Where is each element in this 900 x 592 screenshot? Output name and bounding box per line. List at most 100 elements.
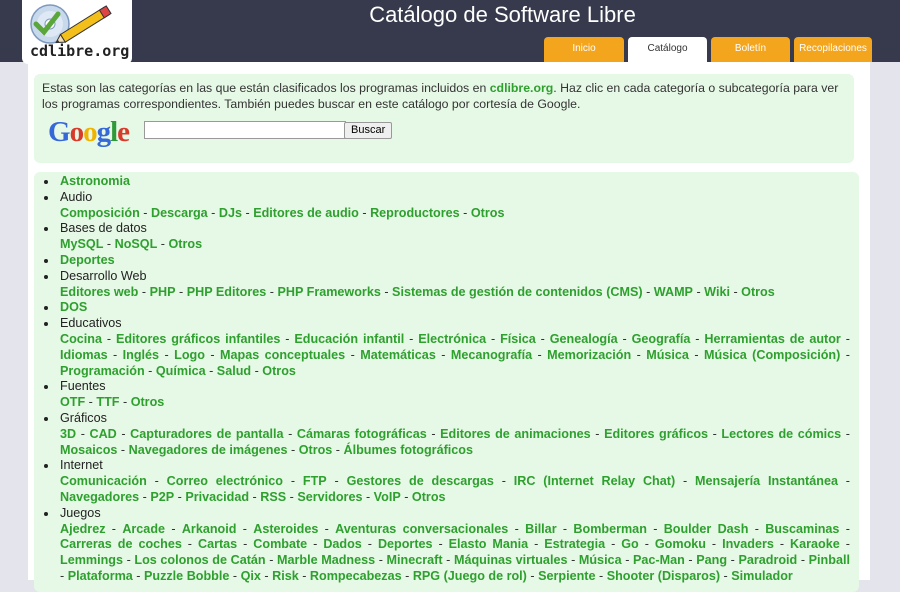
- subcategory-link[interactable]: Inglés: [123, 348, 159, 362]
- subcategory-link[interactable]: Privacidad: [185, 490, 249, 504]
- subcategory-link[interactable]: Educación infantil: [294, 332, 404, 346]
- subcategory-link[interactable]: Marble Madness: [277, 553, 375, 567]
- subcategory-link[interactable]: Aventuras conversacionales: [335, 522, 508, 536]
- subcategory-link[interactable]: Mensajería Instantánea: [695, 474, 838, 488]
- subcategory-link[interactable]: Química: [156, 364, 206, 378]
- site-logo[interactable]: cdlibre.org: [22, 0, 132, 64]
- subcategory-link[interactable]: Mecanografía: [451, 348, 532, 362]
- subcategory-link[interactable]: Memorización: [547, 348, 631, 362]
- subcategory-link[interactable]: Logo: [174, 348, 205, 362]
- category-name[interactable]: DOS: [60, 300, 87, 314]
- subcategory-link[interactable]: Editores gráficos: [604, 427, 708, 441]
- subcategory-link[interactable]: PHP Editores: [187, 285, 267, 299]
- subcategory-link[interactable]: Bomberman: [573, 522, 646, 536]
- subcategory-link[interactable]: Otros: [299, 443, 333, 457]
- subcategory-link[interactable]: Máquinas virtuales: [454, 553, 568, 567]
- subcategory-link[interactable]: Shooter (Disparos): [607, 569, 720, 583]
- subcategory-link[interactable]: Comunicación: [60, 474, 147, 488]
- subcategory-link[interactable]: Capturadores de pantalla: [130, 427, 283, 441]
- subcategory-link[interactable]: Música: [579, 553, 622, 567]
- subcategory-link[interactable]: Otros: [168, 237, 202, 251]
- subcategory-link[interactable]: FTP: [303, 474, 327, 488]
- subcategory-link[interactable]: Editores gráficos infantiles: [116, 332, 280, 346]
- subcategory-link[interactable]: Editores de animaciones: [440, 427, 591, 441]
- subcategory-link[interactable]: Los colonos de Catán: [134, 553, 265, 567]
- tab-recopilaciones[interactable]: Recopilaciones: [794, 37, 872, 62]
- category-name[interactable]: Astronomia: [60, 174, 130, 188]
- subcategory-link[interactable]: Rompecabezas: [310, 569, 402, 583]
- subcategory-link[interactable]: Sistemas de gestión de contenidos (CMS): [392, 285, 643, 299]
- subcategory-link[interactable]: Gestores de descargas: [347, 474, 494, 488]
- subcategory-link[interactable]: Música (Composición): [704, 348, 840, 362]
- subcategory-link[interactable]: Carreras de coches: [60, 537, 182, 551]
- subcategory-link[interactable]: OTF: [60, 395, 85, 409]
- subcategory-link[interactable]: Serpiente: [538, 569, 595, 583]
- tab-boletin[interactable]: Boletín: [711, 37, 790, 62]
- subcategory-link[interactable]: CAD: [89, 427, 116, 441]
- subcategory-link[interactable]: PHP: [150, 285, 176, 299]
- subcategory-link[interactable]: Reproductores: [370, 206, 460, 220]
- subcategory-link[interactable]: Editores web: [60, 285, 138, 299]
- subcategory-link[interactable]: Matemáticas: [360, 348, 436, 362]
- subcategory-link[interactable]: Otros: [262, 364, 296, 378]
- subcategory-link[interactable]: Navegadores: [60, 490, 139, 504]
- subcategory-link[interactable]: Otros: [471, 206, 505, 220]
- subcategory-link[interactable]: Boulder Dash: [664, 522, 749, 536]
- subcategory-link[interactable]: Lectores de cómics: [721, 427, 841, 441]
- tab-inicio[interactable]: Inicio: [544, 37, 624, 62]
- subcategory-link[interactable]: TTF: [96, 395, 119, 409]
- subcategory-link[interactable]: Puzzle Bobble: [144, 569, 229, 583]
- subcategory-link[interactable]: Programación: [60, 364, 145, 378]
- subcategory-link[interactable]: Mosaicos: [60, 443, 117, 457]
- subcategory-link[interactable]: Simulador: [731, 569, 793, 583]
- subcategory-link[interactable]: Correo electrónico: [167, 474, 283, 488]
- subcategory-link[interactable]: Idiomas: [60, 348, 108, 362]
- subcategory-link[interactable]: Go: [621, 537, 639, 551]
- subcategory-link[interactable]: RSS: [260, 490, 286, 504]
- subcategory-link[interactable]: Álbumes fotográficos: [344, 443, 473, 457]
- subcategory-link[interactable]: Qix: [241, 569, 261, 583]
- subcategory-link[interactable]: Arcade: [122, 522, 165, 536]
- subcategory-link[interactable]: Navegadores de imágenes: [129, 443, 288, 457]
- subcategory-link[interactable]: Minecraft: [387, 553, 443, 567]
- subcategory-link[interactable]: Estrategia: [544, 537, 605, 551]
- subcategory-link[interactable]: Plataforma: [68, 569, 133, 583]
- subcategory-link[interactable]: Editores de audio: [253, 206, 359, 220]
- subcategory-link[interactable]: Asteroides: [253, 522, 318, 536]
- subcategory-link[interactable]: Mapas conceptuales: [220, 348, 345, 362]
- subcategory-link[interactable]: Genealogía: [550, 332, 618, 346]
- subcategory-link[interactable]: MySQL: [60, 237, 103, 251]
- subcategory-link[interactable]: Elasto Mania: [449, 537, 528, 551]
- subcategory-link[interactable]: 3D: [60, 427, 76, 441]
- category-name[interactable]: Deportes: [60, 253, 115, 267]
- subcategory-link[interactable]: Pinball: [809, 553, 850, 567]
- subcategory-link[interactable]: DJs: [219, 206, 242, 220]
- subcategory-link[interactable]: Deportes: [378, 537, 433, 551]
- subcategory-link[interactable]: Servidores: [297, 490, 362, 504]
- subcategory-link[interactable]: WAMP: [654, 285, 693, 299]
- cdlibre-link[interactable]: cdlibre.org: [490, 81, 554, 95]
- subcategory-link[interactable]: Descarga: [151, 206, 208, 220]
- subcategory-link[interactable]: Lemmings: [60, 553, 123, 567]
- subcategory-link[interactable]: Cartas: [198, 537, 237, 551]
- subcategory-link[interactable]: Cámaras fotográficas: [297, 427, 427, 441]
- subcategory-link[interactable]: Física: [500, 332, 536, 346]
- subcategory-link[interactable]: Karaoke: [790, 537, 840, 551]
- subcategory-link[interactable]: Pac-Man: [633, 553, 685, 567]
- subcategory-link[interactable]: Risk: [272, 569, 299, 583]
- subcategory-link[interactable]: Paradroid: [738, 553, 797, 567]
- subcategory-link[interactable]: Cocina: [60, 332, 102, 346]
- subcategory-link[interactable]: Billar: [525, 522, 557, 536]
- subcategory-link[interactable]: Invaders: [722, 537, 774, 551]
- subcategory-link[interactable]: Arkanoid: [182, 522, 237, 536]
- subcategory-link[interactable]: RPG (Juego de rol): [413, 569, 527, 583]
- subcategory-link[interactable]: Composición: [60, 206, 140, 220]
- subcategory-link[interactable]: Herramientas de autor: [704, 332, 840, 346]
- subcategory-link[interactable]: Salud: [217, 364, 251, 378]
- tab-catalogo[interactable]: Catálogo: [628, 37, 707, 64]
- subcategory-link[interactable]: Pang: [696, 553, 727, 567]
- subcategory-link[interactable]: Otros: [741, 285, 775, 299]
- subcategory-link[interactable]: PHP Frameworks: [277, 285, 380, 299]
- subcategory-link[interactable]: Wiki: [704, 285, 730, 299]
- subcategory-link[interactable]: Electrónica: [418, 332, 486, 346]
